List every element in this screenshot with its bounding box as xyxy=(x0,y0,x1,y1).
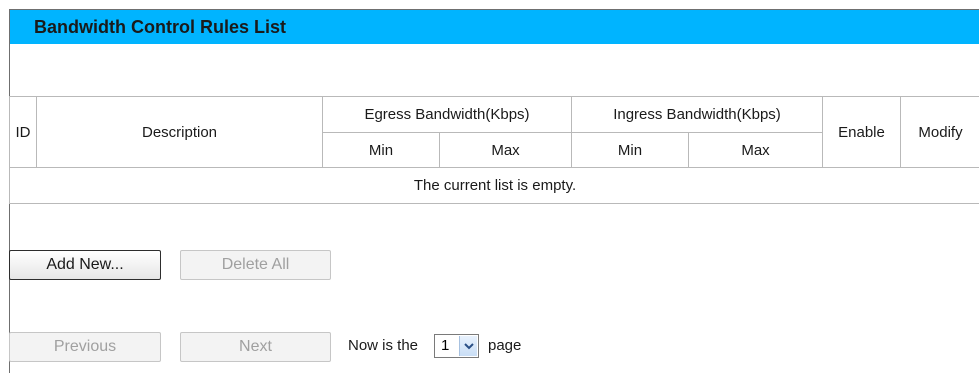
header-id: ID xyxy=(9,96,37,168)
pager-suffix-label: page xyxy=(488,337,522,354)
page-title: Bandwidth Control Rules List xyxy=(34,17,286,37)
pager-prefix-label: Now is the xyxy=(348,337,419,354)
table-header-row: ID Description Egress Bandwidth(Kbps) In… xyxy=(9,96,979,168)
header-egress: Egress Bandwidth(Kbps) xyxy=(322,96,572,133)
add-new-button[interactable]: Add New... xyxy=(9,250,161,280)
header-modify: Modify xyxy=(900,96,979,168)
rules-table: ID Description Egress Bandwidth(Kbps) In… xyxy=(9,96,979,204)
empty-list-message: The current list is empty. xyxy=(9,167,979,204)
page-select[interactable]: 1 xyxy=(434,334,479,358)
title-bar: Bandwidth Control Rules List xyxy=(10,10,979,44)
chevron-down-icon[interactable] xyxy=(459,336,477,356)
header-description: Description xyxy=(36,96,323,168)
next-button[interactable]: Next xyxy=(180,332,331,362)
table-empty-row: The current list is empty. xyxy=(9,167,979,204)
header-enable: Enable xyxy=(822,96,901,168)
header-egress-max: Max xyxy=(439,132,572,168)
previous-button[interactable]: Previous xyxy=(9,332,161,362)
header-egress-min: Min xyxy=(322,132,440,168)
header-ingress-min: Min xyxy=(571,132,689,168)
header-ingress: Ingress Bandwidth(Kbps) xyxy=(571,96,823,133)
header-ingress-max: Max xyxy=(688,132,823,168)
delete-all-button[interactable]: Delete All xyxy=(180,250,331,280)
page-select-value: 1 xyxy=(441,337,450,354)
